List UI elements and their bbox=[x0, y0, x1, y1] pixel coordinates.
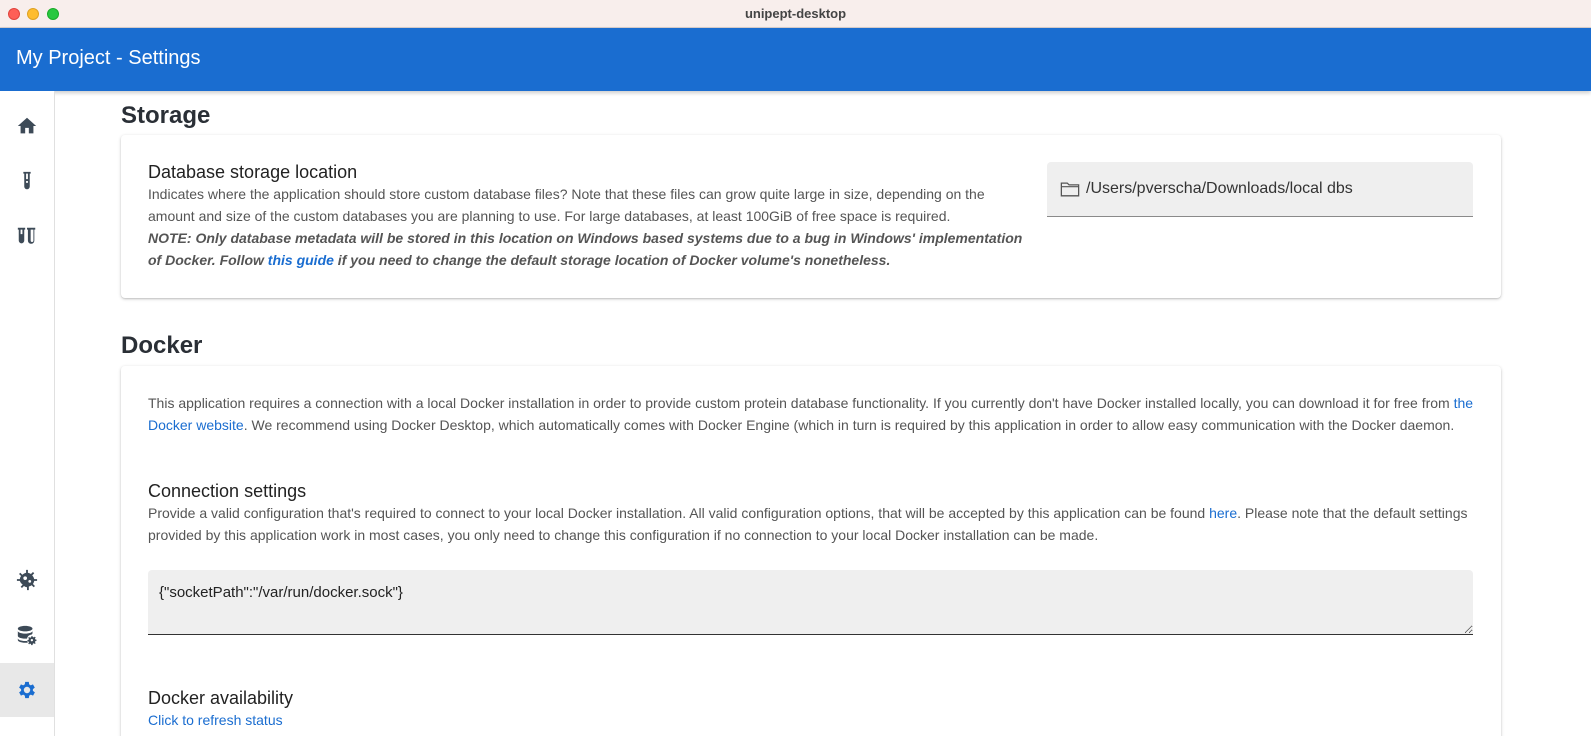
docker-availability-heading: Docker availability bbox=[148, 688, 294, 708]
this-guide-link[interactable]: this guide bbox=[268, 252, 334, 268]
refresh-status-link[interactable]: Click to refresh status bbox=[148, 712, 283, 728]
connection-settings-description: Provide a valid configuration that's req… bbox=[148, 502, 1468, 546]
storage-section-title: Storage bbox=[121, 102, 211, 129]
storage-location-heading: Database storage location bbox=[148, 162, 358, 182]
database-settings-icon bbox=[17, 625, 37, 646]
storage-card: Database storage location Indicates wher… bbox=[121, 135, 1501, 298]
docker-intro-text: This application requires a connection w… bbox=[148, 395, 1454, 411]
window-titlebar: unipept-desktop bbox=[0, 0, 1591, 28]
storage-note: NOTE: Only database metadata will be sto… bbox=[148, 230, 1022, 268]
folder-icon bbox=[1060, 182, 1080, 197]
docker-config-textarea[interactable]: {"socketPath":"/var/run/docker.sock"} bbox=[148, 570, 1473, 635]
sidebar-item-single-peptide[interactable] bbox=[0, 154, 54, 208]
docker-section-title: Docker bbox=[121, 332, 203, 359]
test-tube-icon bbox=[23, 171, 31, 190]
sidebar-item-settings[interactable] bbox=[0, 663, 54, 717]
app-bar: My Project - Settings bbox=[0, 28, 1591, 91]
home-icon bbox=[17, 117, 37, 134]
connection-settings-heading: Connection settings bbox=[148, 481, 307, 501]
virus-icon bbox=[16, 569, 38, 591]
connection-description-text: Provide a valid configuration that's req… bbox=[148, 505, 1210, 521]
window-title: unipept-desktop bbox=[744, 6, 847, 21]
sidebar-item-analysis[interactable] bbox=[0, 209, 54, 263]
sidebar-item-home[interactable] bbox=[0, 99, 54, 153]
settings-content: Storage Database storage location Indica… bbox=[55, 91, 1591, 736]
sidebar-item-databases[interactable] bbox=[0, 608, 54, 662]
docker-card: This application requires a connection w… bbox=[121, 366, 1501, 736]
storage-description-text: Indicates where the application should s… bbox=[148, 186, 985, 224]
storage-location-value: /Users/pverscha/Downloads/local dbs bbox=[1086, 180, 1353, 197]
gear-icon bbox=[19, 681, 35, 699]
test-tubes-icon bbox=[17, 227, 36, 244]
storage-description: Indicates where the application should s… bbox=[148, 183, 1028, 271]
sidebar-item-peptide-summary[interactable] bbox=[0, 553, 54, 607]
config-options-here-link[interactable]: here bbox=[1209, 505, 1237, 521]
storage-note-text-end: if you need to change the default storag… bbox=[333, 252, 891, 268]
docker-intro-text-end: . We recommend using Docker Desktop, whi… bbox=[243, 417, 1455, 433]
sidebar bbox=[0, 91, 55, 736]
page-title: My Project - Settings bbox=[16, 47, 201, 69]
storage-location-field[interactable]: /Users/pverscha/Downloads/local dbs bbox=[1047, 162, 1473, 217]
docker-intro: This application requires a connection w… bbox=[148, 392, 1483, 436]
